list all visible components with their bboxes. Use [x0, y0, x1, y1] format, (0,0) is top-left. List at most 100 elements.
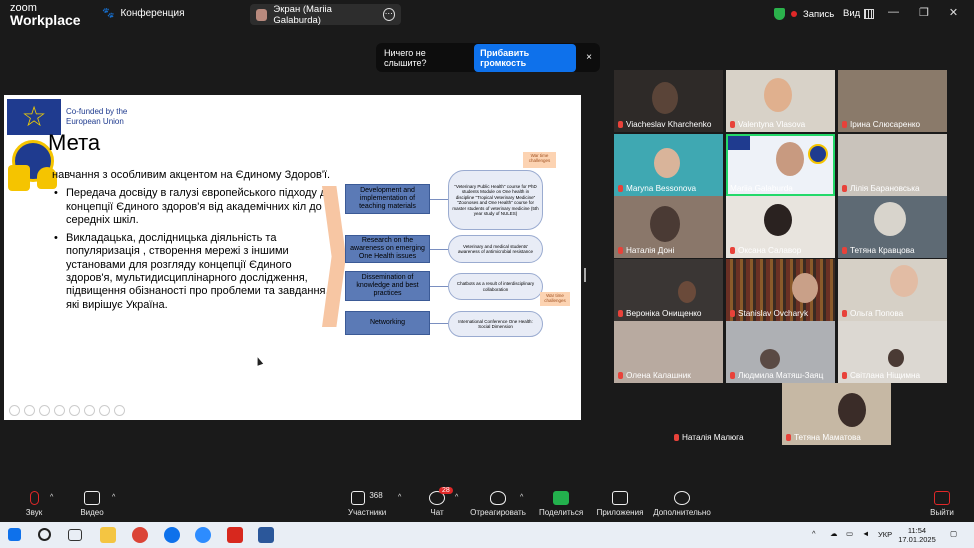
- acrobat-icon[interactable]: [227, 527, 243, 543]
- participant-tile[interactable]: Вероніка Онищенко: [614, 259, 723, 321]
- word-icon[interactable]: [258, 527, 274, 543]
- zoom-icon[interactable]: [69, 405, 80, 416]
- file-explorer-icon[interactable]: [100, 527, 116, 543]
- audio-button[interactable]: Звук ^: [22, 491, 53, 517]
- participants-label: Участники: [348, 508, 387, 517]
- screen-share-indicator[interactable]: Экран (Mariia Galaburda) ⋯: [250, 4, 401, 26]
- participant-tile[interactable]: Оксана Салавор: [726, 196, 835, 258]
- leave-button[interactable]: Выйти: [928, 491, 956, 517]
- prev-slide-icon[interactable]: [9, 405, 20, 416]
- participant-tile[interactable]: Тетяна Маматова: [782, 383, 891, 445]
- participant-name: Viacheslav Kharchenko: [626, 120, 712, 129]
- participant-tile[interactable]: Stanislav Ovcharyk: [726, 259, 835, 321]
- onedrive-icon[interactable]: ☁: [830, 529, 838, 538]
- chevron-up-icon[interactable]: ^: [398, 494, 401, 501]
- conference-menu[interactable]: 🐾 Конференция: [102, 8, 185, 19]
- video-button[interactable]: Видео ^: [80, 491, 115, 517]
- conference-label: Конференция: [120, 8, 185, 19]
- next-slide-icon[interactable]: [24, 405, 35, 416]
- logo-line2: Workplace: [10, 12, 81, 28]
- maximize-icon[interactable]: ❐: [919, 6, 929, 19]
- close-icon[interactable]: ×: [586, 52, 592, 63]
- participant-tile[interactable]: Maryna Bessonova: [614, 134, 723, 196]
- more-button[interactable]: Дополнительно: [652, 491, 712, 517]
- volume-icon[interactable]: ◄: [862, 529, 869, 538]
- camera-icon[interactable]: [99, 405, 110, 416]
- battery-icon[interactable]: ▭: [846, 529, 853, 538]
- video-label: Видео: [80, 508, 104, 517]
- windows-start-icon[interactable]: [8, 528, 21, 541]
- participant-name: Ольга Попова: [850, 309, 904, 318]
- increase-volume-button[interactable]: Прибавить громкость: [474, 43, 577, 72]
- participant-tile[interactable]: Лілія Барановська: [838, 134, 947, 196]
- mic-muted-icon: [730, 121, 735, 128]
- participant-tile[interactable]: Viacheslav Kharchenko: [614, 70, 723, 132]
- paw-icon: 🐾: [102, 8, 115, 19]
- zoom-meeting-icon[interactable]: [195, 527, 211, 543]
- splitter-handle[interactable]: [584, 268, 586, 282]
- minimize-icon[interactable]: —: [888, 6, 899, 19]
- view-button[interactable]: Вид: [843, 8, 875, 19]
- participant-tile[interactable]: Світлана Ніщимна: [838, 321, 947, 383]
- task-view-icon[interactable]: [68, 529, 82, 541]
- participant-tile[interactable]: Наталія Доні: [614, 196, 723, 258]
- chrome-icon[interactable]: [132, 527, 148, 543]
- cow-icon: [8, 165, 30, 191]
- participants-count: 368: [369, 491, 383, 500]
- grid-icon: [864, 8, 875, 19]
- mic-muted-icon: [842, 372, 847, 379]
- participant-tile-active[interactable]: Mariia Galaburda: [726, 134, 835, 196]
- participant-name: Олена Калашник: [626, 371, 691, 380]
- participant-tile[interactable]: Ольга Попова: [838, 259, 947, 321]
- slide-body: навчання з особливим акцентом на Єдиному…: [52, 169, 340, 317]
- participant-tile[interactable]: Valentyna Vlasova: [726, 70, 835, 132]
- participant-tile[interactable]: Ірина Слюсаренко: [838, 70, 947, 132]
- chat-label: Чат: [430, 508, 444, 517]
- participant-tile[interactable]: Олена Калашник: [614, 321, 723, 383]
- diagram-box: Development and implementation of teachi…: [345, 184, 430, 214]
- participant-name: Тетяна Кравцова: [850, 246, 915, 255]
- participants-button[interactable]: 368 Участники ^: [348, 491, 401, 517]
- subtitle-icon[interactable]: [84, 405, 95, 416]
- mic-muted-icon: [842, 310, 847, 317]
- participant-name: Вероніка Онищенко: [626, 309, 702, 318]
- close-icon[interactable]: ✕: [949, 6, 958, 19]
- participant-tile[interactable]: Людмила Матяш-Заяц: [726, 321, 835, 383]
- connector-line: [430, 199, 448, 200]
- share-button[interactable]: Поделиться: [539, 491, 583, 517]
- zoom-app-icon[interactable]: [164, 527, 180, 543]
- copy-icon[interactable]: [54, 405, 65, 416]
- language-indicator[interactable]: УКР: [878, 530, 892, 539]
- more-icon[interactable]: [114, 405, 125, 416]
- chevron-up-icon[interactable]: ^: [455, 494, 458, 501]
- title-bar: zoom Workplace 🐾 Конференция Экран (Mari…: [0, 0, 974, 30]
- participant-name: Stanislav Ovcharyk: [738, 309, 809, 318]
- record-dot-icon: [791, 11, 797, 17]
- apps-button[interactable]: Приложения: [596, 491, 644, 517]
- record-label: Запись: [803, 8, 835, 20]
- record-indicator[interactable]: Запись: [774, 8, 834, 20]
- react-button[interactable]: Отреагировать ^: [470, 491, 526, 517]
- avatar: [256, 8, 268, 21]
- chevron-up-icon[interactable]: ^: [520, 494, 523, 501]
- chat-button[interactable]: 28 Чат ^: [427, 487, 458, 517]
- participant-name: Оксана Салавор: [738, 246, 802, 255]
- apps-icon: [612, 491, 628, 505]
- pen-icon[interactable]: [39, 405, 50, 416]
- clock-date: 17.01.2025: [898, 535, 936, 544]
- tray-chevron-icon[interactable]: ^: [812, 529, 816, 538]
- more-icon[interactable]: ⋯: [382, 8, 395, 21]
- participant-tile[interactable]: Тетяна Кравцова: [838, 196, 947, 258]
- participant-tile[interactable]: Наталія Малюга: [670, 383, 779, 445]
- chevron-up-icon[interactable]: ^: [112, 494, 115, 501]
- window-controls: — ❐ ✕: [888, 6, 958, 19]
- mic-muted-icon: [618, 185, 623, 192]
- connector-line: [430, 323, 448, 324]
- notification-icon[interactable]: ▢: [950, 529, 957, 538]
- chevron-up-icon[interactable]: ^: [50, 494, 53, 501]
- search-icon[interactable]: [38, 528, 51, 541]
- diagram-box: Dissemination of knowledge and best prac…: [345, 271, 430, 301]
- shield-icon: [774, 8, 785, 20]
- shared-screen[interactable]: ☆ Co-funded by the European Union Мета н…: [4, 95, 581, 420]
- clock[interactable]: 11:54 17.01.2025: [898, 526, 936, 544]
